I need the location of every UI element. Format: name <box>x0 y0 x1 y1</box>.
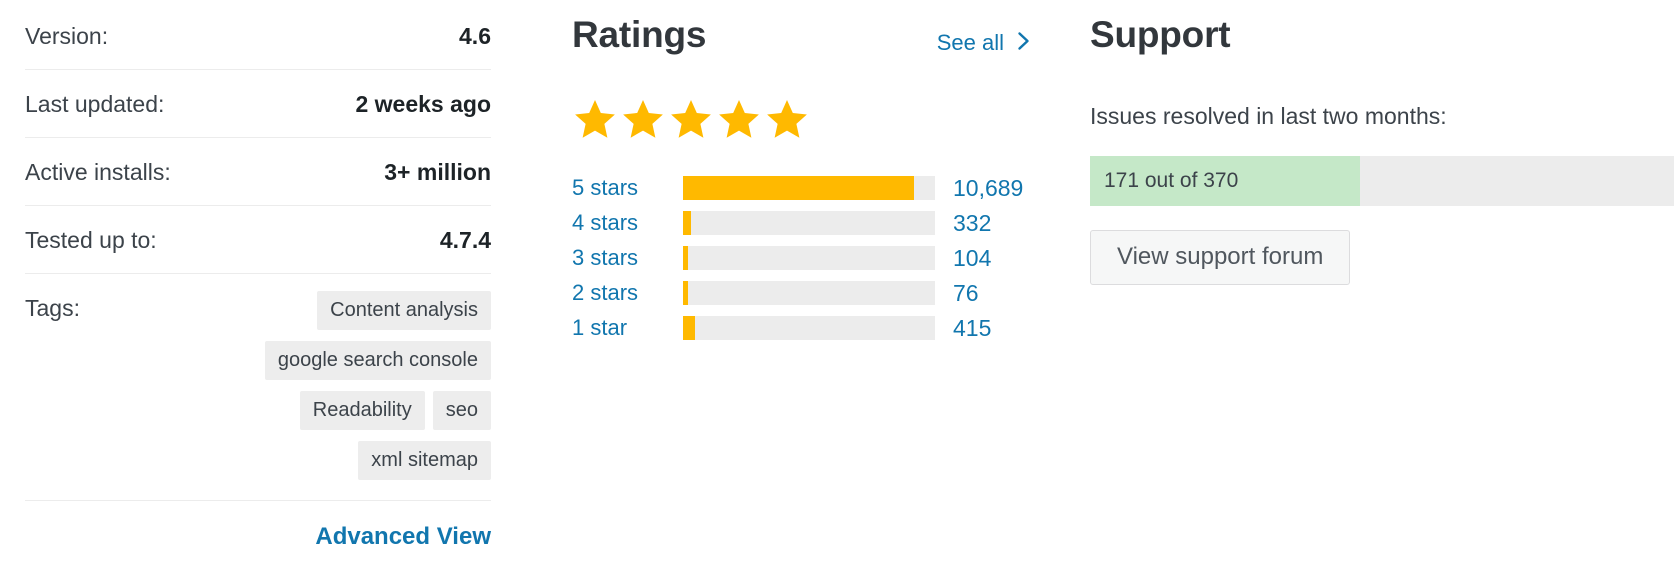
rating-bar-fill <box>683 210 691 235</box>
rating-bar-track <box>683 245 935 270</box>
star-icon <box>668 97 714 142</box>
rating-bar-fill <box>683 280 688 305</box>
rating-bar-track <box>683 315 935 340</box>
tag-item[interactable]: seo <box>432 391 491 430</box>
rating-bar-label[interactable]: 2 stars <box>572 280 668 306</box>
rating-bar-row: 3 stars 104 <box>572 240 1032 275</box>
rating-bar-row: 5 stars 10,689 <box>572 170 1032 205</box>
meta-row-version: Version: 4.6 <box>25 0 491 70</box>
chevron-right-icon <box>1016 31 1032 55</box>
rating-bar-track <box>683 175 935 200</box>
support-progress-label: 171 out of 370 <box>1104 169 1239 192</box>
meta-label-tested-up-to: Tested up to: <box>25 227 157 253</box>
tag-item[interactable]: Content analysis <box>317 291 491 330</box>
ratings-title: Ratings <box>572 14 707 55</box>
meta-label-version: Version: <box>25 23 109 49</box>
support-subtitle: Issues resolved in last two months: <box>1090 103 1447 129</box>
plugin-details-panel: Version: 4.6 Last updated: 2 weeks ago A… <box>0 0 1674 582</box>
ratings-breakdown-chart: 5 stars 10,689 4 stars 332 3 stars 104 2… <box>572 170 1032 345</box>
star-rating <box>572 97 1032 142</box>
meta-label-active-installs: Active installs: <box>25 159 171 185</box>
rating-bar-fill <box>683 315 696 340</box>
rating-bar-count[interactable]: 415 <box>953 315 991 341</box>
view-support-forum-button[interactable]: View support forum <box>1090 230 1351 285</box>
tag-item[interactable]: xml sitemap <box>358 441 491 480</box>
rating-bar-count[interactable]: 104 <box>953 245 991 271</box>
meta-row-last-updated: Last updated: 2 weeks ago <box>25 70 491 138</box>
advanced-view-link[interactable]: Advanced View <box>315 523 491 550</box>
star-icon <box>620 97 666 142</box>
meta-row-tags: Tags: Content analysis google search con… <box>25 274 491 501</box>
ratings-column: Ratings See all 5 stars 10,689 4 stars 3… <box>572 0 1032 345</box>
rating-bar-row: 2 stars 76 <box>572 275 1032 310</box>
star-icon <box>716 97 762 142</box>
meta-row-active-installs: Active installs: 3+ million <box>25 138 491 206</box>
meta-label-last-updated: Last updated: <box>25 91 165 117</box>
tag-list: Content analysis google search console R… <box>161 291 491 480</box>
rating-bar-row: 1 star 415 <box>572 310 1032 345</box>
tag-item[interactable]: google search console <box>264 341 491 380</box>
rating-bar-row: 4 stars 332 <box>572 205 1032 240</box>
rating-bar-count[interactable]: 76 <box>953 280 979 306</box>
advanced-view-row: Advanced View <box>25 501 491 551</box>
rating-bar-fill <box>683 175 914 200</box>
rating-bar-label[interactable]: 1 star <box>572 315 668 341</box>
meta-value-tested-up-to: 4.7.4 <box>439 227 491 253</box>
rating-bar-label[interactable]: 5 stars <box>572 175 668 201</box>
ratings-header: Ratings See all <box>572 0 1032 70</box>
meta-value-last-updated: 2 weeks ago <box>355 91 491 117</box>
support-header: Support <box>1090 0 1674 70</box>
meta-row-tested-up-to: Tested up to: 4.7.4 <box>25 206 491 274</box>
star-icon <box>572 97 618 142</box>
support-progress-bar: 171 out of 370 <box>1090 156 1674 206</box>
meta-label-tags: Tags: <box>25 295 80 321</box>
star-icon <box>764 97 810 142</box>
rating-bar-label[interactable]: 3 stars <box>572 245 668 271</box>
rating-bar-track <box>683 210 935 235</box>
plugin-meta-column: Version: 4.6 Last updated: 2 weeks ago A… <box>25 0 491 551</box>
rating-bar-label[interactable]: 4 stars <box>572 210 668 236</box>
rating-bar-count[interactable]: 332 <box>953 210 991 236</box>
support-column: Support Issues resolved in last two mont… <box>1090 0 1674 285</box>
rating-bar-track <box>683 280 935 305</box>
rating-bar-count[interactable]: 10,689 <box>953 175 1023 201</box>
rating-bar-fill <box>683 245 688 270</box>
support-title: Support <box>1090 14 1231 55</box>
tag-item[interactable]: Readability <box>299 391 425 430</box>
see-all-label: See all <box>936 30 1004 55</box>
see-all-ratings-link[interactable]: See all <box>937 30 1032 56</box>
meta-value-version: 4.6 <box>459 23 491 49</box>
meta-value-active-installs: 3+ million <box>384 159 491 185</box>
